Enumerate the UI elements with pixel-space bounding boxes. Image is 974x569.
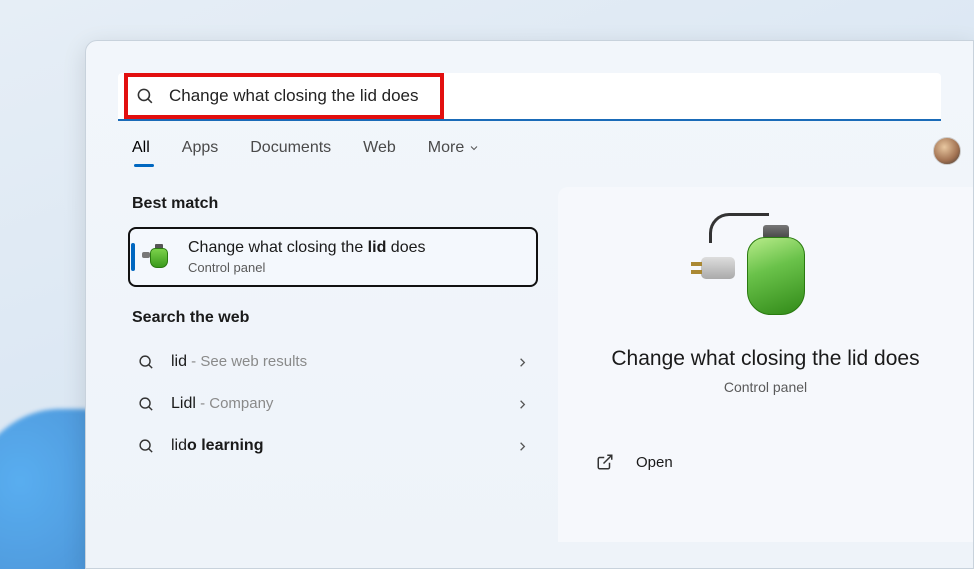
web-result-2-suffix: - Company — [196, 395, 274, 412]
tab-web[interactable]: Web — [363, 139, 396, 165]
web-result-2-prefix: Lidl — [171, 395, 196, 412]
web-result-1-prefix: lid — [171, 353, 187, 370]
web-result-2[interactable]: Lidl - Company — [128, 383, 538, 425]
chevron-right-icon — [515, 397, 530, 412]
start-search-panel: All Apps Documents Web More Best match C… — [85, 40, 974, 569]
tab-all[interactable]: All — [132, 139, 150, 165]
search-icon — [138, 354, 155, 371]
open-action[interactable]: Open — [596, 453, 673, 471]
chevron-down-icon — [468, 142, 480, 154]
search-input[interactable] — [169, 86, 440, 106]
power-options-icon — [144, 242, 174, 272]
web-result-3[interactable]: lido learning — [128, 425, 538, 467]
chevron-right-icon — [515, 355, 530, 370]
search-bar[interactable] — [118, 73, 941, 121]
search-icon — [138, 438, 155, 455]
best-match-heading: Best match — [132, 195, 538, 213]
power-options-icon — [711, 217, 821, 327]
web-result-1-suffix: - See web results — [187, 353, 307, 370]
detail-title: Change what closing the lid does — [611, 347, 919, 371]
detail-pane: Change what closing the lid does Control… — [558, 187, 973, 542]
open-label: Open — [636, 454, 673, 471]
best-match-text: Change what closing the lid does Control… — [188, 239, 425, 275]
web-result-1[interactable]: lid - See web results — [128, 341, 538, 383]
detail-subtitle: Control panel — [724, 379, 807, 395]
user-avatar[interactable] — [933, 137, 961, 165]
search-web-heading: Search the web — [132, 309, 538, 327]
search-icon — [138, 396, 155, 413]
best-match-subtitle: Control panel — [188, 260, 425, 275]
tab-more-label: More — [428, 139, 464, 157]
tab-documents[interactable]: Documents — [250, 139, 331, 165]
best-match-title-post: does — [386, 239, 425, 256]
best-match-title-pre: Change what closing the — [188, 239, 368, 256]
chevron-right-icon — [515, 439, 530, 454]
open-external-icon — [596, 453, 614, 471]
filter-tabs: All Apps Documents Web More — [86, 121, 973, 175]
results-column: Best match Change what closing the lid d… — [128, 187, 538, 542]
web-result-3-prefix: lid — [171, 437, 187, 454]
best-match-title-bold: lid — [368, 239, 387, 256]
search-icon — [136, 87, 155, 106]
search-highlight-annotation — [124, 73, 444, 119]
best-match-result[interactable]: Change what closing the lid does Control… — [128, 227, 538, 287]
tab-more[interactable]: More — [428, 139, 480, 165]
web-result-3-bold: o learning — [187, 437, 263, 454]
tab-apps[interactable]: Apps — [182, 139, 218, 165]
